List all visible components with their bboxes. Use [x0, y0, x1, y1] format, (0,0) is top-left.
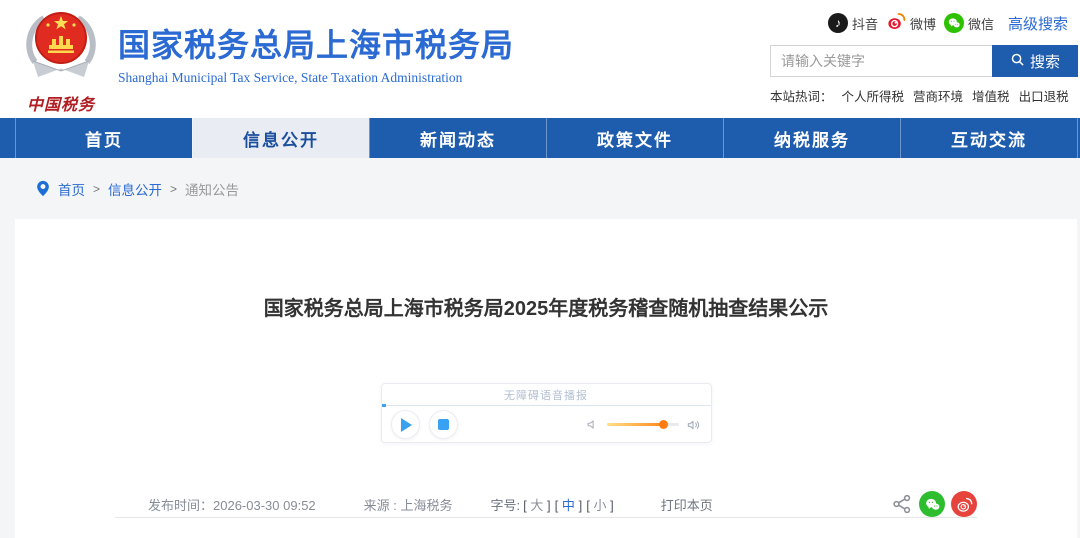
- nav-item-info-disclosure[interactable]: 信息公开: [192, 118, 369, 158]
- breadcrumb-separator: >: [93, 182, 100, 196]
- weibo-share-icon: [956, 496, 973, 513]
- source-label: 来源 :: [364, 498, 401, 513]
- tax-emblem-icon: [20, 71, 102, 88]
- player-seek-bar[interactable]: [382, 405, 711, 406]
- accessibility-audio-player: 无障碍语音播报: [381, 383, 712, 443]
- nav-item-news[interactable]: 新闻动态: [369, 118, 546, 158]
- player-title: 无障碍语音播报: [382, 384, 711, 405]
- hot-word-link[interactable]: 增值税: [972, 86, 1010, 105]
- share-buttons: [891, 491, 977, 517]
- weibo-link[interactable]: 微博: [886, 11, 936, 36]
- hot-word-link[interactable]: 个人所得税: [842, 86, 905, 105]
- font-size-label: 字号:: [491, 495, 521, 514]
- article-source: 来源 : 上海税务: [364, 495, 453, 514]
- wechat-link[interactable]: 微信: [944, 13, 994, 33]
- volume-fill: [607, 423, 663, 426]
- font-size-medium[interactable]: [ 中 ]: [554, 495, 584, 514]
- publish-time-value: 2026-03-30 09:52: [213, 498, 316, 513]
- stop-button[interactable]: [429, 410, 458, 439]
- logo-caption: 中国税务: [18, 91, 104, 115]
- font-size-control: 字号: [ 大 ] [ 中 ] [ 小 ]: [491, 495, 615, 514]
- site-subtitle: Shanghai Municipal Tax Service, State Ta…: [118, 70, 514, 86]
- volume-handle[interactable]: [659, 420, 668, 429]
- volume-controls: [585, 417, 702, 433]
- play-icon: [401, 418, 412, 432]
- site-title-block: 国家税务总局上海市税务局 Shanghai Municipal Tax Serv…: [118, 28, 514, 86]
- breadcrumb-home[interactable]: 首页: [58, 179, 85, 199]
- site-header: 中国税务 国家税务总局上海市税务局 Shanghai Municipal Tax…: [0, 0, 1080, 118]
- article-card: 国家税务总局上海市税务局2025年度税务稽查随机抽查结果公示 无障碍语音播报: [15, 219, 1077, 538]
- nav-item-tax-service[interactable]: 纳税服务: [723, 118, 900, 158]
- nav-item-policy[interactable]: 政策文件: [546, 118, 723, 158]
- douyin-icon: ♪: [828, 13, 848, 33]
- wechat-share-icon: [924, 496, 941, 513]
- breadcrumb-current: 通知公告: [185, 179, 239, 199]
- breadcrumb: 首页 > 信息公开 > 通知公告: [0, 158, 1080, 219]
- font-size-small[interactable]: [ 小 ]: [585, 495, 615, 514]
- font-size-large[interactable]: [ 大 ]: [522, 495, 552, 514]
- source-value: 上海税务: [401, 498, 453, 513]
- weibo-icon: [886, 11, 906, 36]
- player-progress: [382, 404, 386, 407]
- search-icon: [1010, 52, 1025, 71]
- search-button[interactable]: 搜索: [992, 45, 1078, 77]
- play-button[interactable]: [391, 410, 420, 439]
- article-title: 国家税务总局上海市税务局2025年度税务稽查随机抽查结果公示: [115, 295, 977, 323]
- hot-words: 本站热词： 个人所得税 营商环境 增值税 出口退税: [770, 86, 1078, 105]
- volume-high-icon: [686, 417, 702, 433]
- search-input[interactable]: [770, 45, 992, 77]
- hot-words-label: 本站热词：: [770, 86, 833, 105]
- print-page-button[interactable]: 打印本页: [661, 495, 713, 514]
- header-right: ♪ 抖音 微博: [770, 12, 1078, 105]
- site-logo: 中国税务: [18, 8, 104, 115]
- douyin-link[interactable]: ♪ 抖音: [828, 13, 878, 33]
- publish-time: 发布时间：2026-03-30 09:52: [148, 495, 316, 514]
- advanced-search-link[interactable]: 高级搜索: [1008, 13, 1068, 34]
- volume-low-icon: [585, 417, 600, 432]
- site-branding: 中国税务 国家税务总局上海市税务局 Shanghai Municipal Tax…: [18, 8, 514, 115]
- publish-time-label: 发布时间：: [148, 498, 213, 513]
- share-wechat-button[interactable]: [919, 491, 945, 517]
- volume-slider[interactable]: [607, 423, 679, 426]
- site-title: 国家税务总局上海市税务局: [118, 28, 514, 63]
- wechat-icon: [944, 13, 964, 33]
- article-meta: 发布时间：2026-03-30 09:52 来源 : 上海税务 字号: [ 大 …: [115, 491, 977, 517]
- hot-word-link[interactable]: 出口退税: [1019, 86, 1069, 105]
- social-links: ♪ 抖音 微博: [770, 12, 1078, 34]
- stop-icon: [438, 419, 449, 430]
- share-weibo-button[interactable]: [951, 491, 977, 517]
- nav-item-interaction[interactable]: 互动交流: [900, 118, 1078, 158]
- breadcrumb-info-disclosure[interactable]: 信息公开: [108, 179, 162, 199]
- nav-item-home[interactable]: 首页: [15, 118, 192, 158]
- location-pin-icon: [36, 180, 50, 197]
- meta-divider: [115, 517, 977, 518]
- share-nodes-icon[interactable]: [891, 493, 913, 515]
- search-bar: 搜索: [770, 45, 1078, 77]
- hot-word-link[interactable]: 营商环境: [913, 86, 963, 105]
- breadcrumb-separator: >: [170, 182, 177, 196]
- main-nav: 首页 信息公开 新闻动态 政策文件 纳税服务 互动交流: [0, 118, 1080, 158]
- player-controls: [382, 406, 711, 443]
